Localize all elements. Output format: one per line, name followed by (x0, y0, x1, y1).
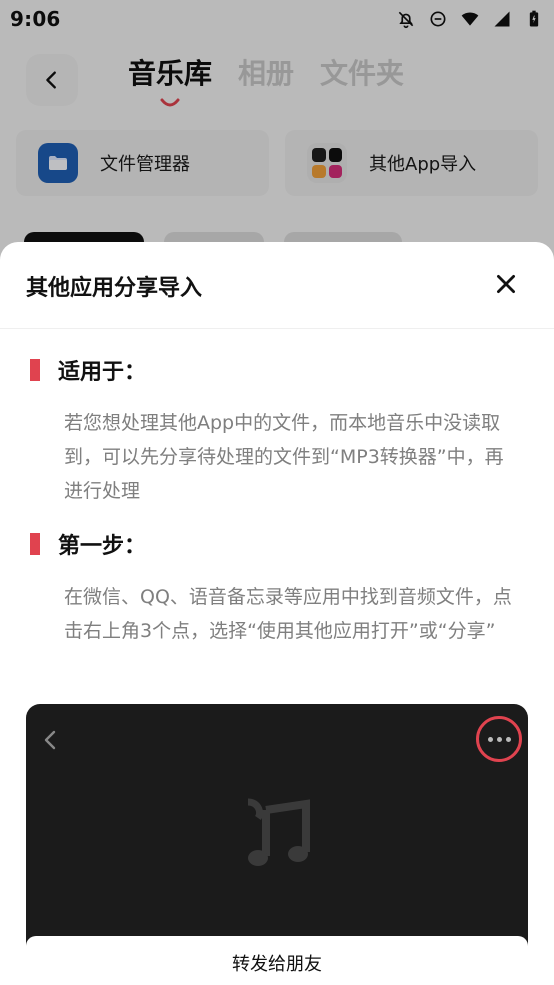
accent-bar (30, 533, 40, 555)
chevron-left-icon (44, 730, 56, 750)
section-applicable: 适用于： 若您想处理其他App中的文件，而本地音乐中没读取到，可以先分享待处理的… (30, 354, 510, 508)
section-title: 第一步： (58, 534, 147, 559)
section-body: 在微信、QQ、语音备忘录等应用中找到音频文件，点击右上角3个点，选择“使用其他应… (64, 586, 512, 642)
section-step-one: 第一步： 在微信、QQ、语音备忘录等应用中找到音频文件，点击右上角3个点，选择“… (30, 528, 512, 648)
close-button[interactable] (488, 266, 524, 302)
bottom-sheet: 其他应用分享导入 适用于： 若您想处理其他App中的文件，而本地音乐中没读取到，… (0, 242, 554, 985)
sheet-title: 其他应用分享导入 (26, 276, 203, 301)
section-body: 若您想处理其他App中的文件，而本地音乐中没读取到，可以先分享待处理的文件到“M… (64, 412, 504, 502)
tutorial-preview-image: 转发给朋友 (26, 704, 528, 985)
section-title: 适用于： (58, 360, 147, 385)
section-heading: 适用于： (30, 354, 510, 386)
sheet-header: 其他应用分享导入 (0, 242, 554, 329)
music-note-icon (247, 798, 310, 866)
screen: 9:06 音乐库 相册 文件夹 文件管理器 其他App导入 其他应用分享导入 适… (0, 0, 554, 985)
more-options-icon (476, 716, 522, 762)
share-panel-label: 转发给朋友 (232, 954, 322, 975)
share-panel: 转发给朋友 (26, 936, 528, 985)
close-icon (497, 275, 515, 293)
section-heading: 第一步： (30, 528, 510, 560)
accent-bar (30, 359, 40, 381)
